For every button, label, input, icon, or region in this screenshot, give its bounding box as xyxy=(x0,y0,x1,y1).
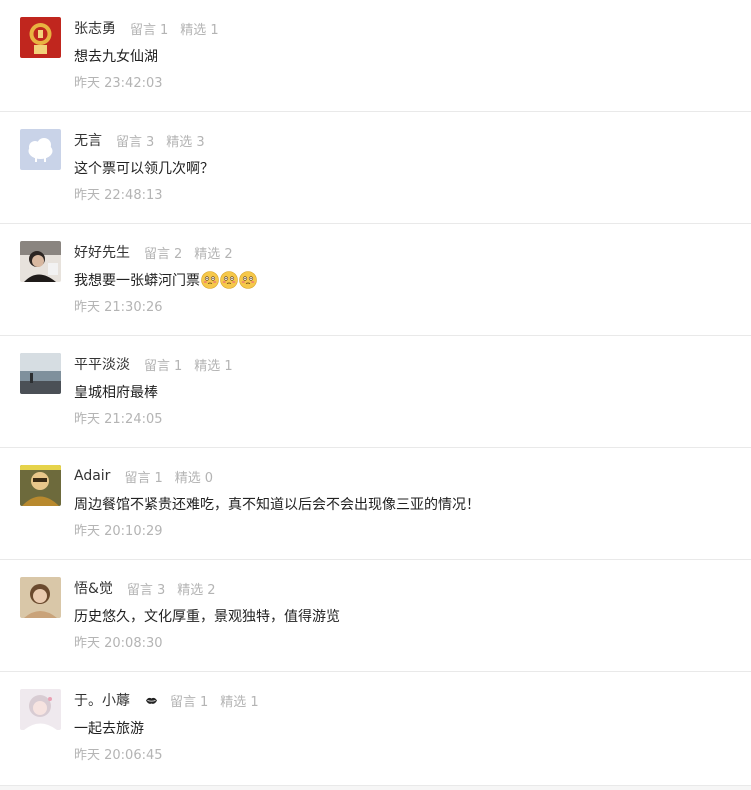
message-label: 留言 xyxy=(124,470,151,486)
message-label: 留言 xyxy=(130,22,157,38)
selected-label: 精选 xyxy=(174,470,201,486)
message-count-value: 2 xyxy=(174,246,183,262)
comment-time: 昨天 21:24:05 xyxy=(74,412,163,427)
message-label: 留言 xyxy=(170,694,197,710)
comment-author[interactable]: 于。小蓐 xyxy=(74,690,130,710)
comment-text: 历史悠久，文化厚重，景观独特，值得游览 xyxy=(74,606,340,626)
woman-avatar-icon[interactable] xyxy=(20,577,61,618)
message-count: 留言 1 xyxy=(144,355,182,374)
comment-list: 张志勇 留言 1 精选 1 想去九女仙湖 昨天 23:42:03 无言 留言 3 精选… xyxy=(0,0,751,790)
comment-text: 皇城相府最棒 xyxy=(74,382,158,402)
comment-text-body: 周边餐馆不紧贵还难吃，真不知道以后会不会出现像三亚的情况！ xyxy=(74,497,480,513)
comment-time: 昨天 20:10:29 xyxy=(74,524,163,539)
flushed-face-emoji-icon xyxy=(239,271,257,289)
selected-count-value: 1 xyxy=(250,694,259,710)
comment-time: 昨天 23:42:03 xyxy=(74,76,163,91)
comment-author[interactable]: 平平淡淡 xyxy=(74,354,130,374)
message-count: 留言 1 xyxy=(170,691,208,710)
comment-item: Adair 留言 1 精选 0 周边餐馆不紧贵还难吃，真不知道以后会不会出现像三亚的… xyxy=(0,448,751,560)
comment-item: 好好先生 留言 2 精选 2 我想要一张蟒河门票 昨天 21:30:26 xyxy=(0,224,751,336)
message-label: 留言 xyxy=(144,246,171,262)
comment-item: 无言 留言 3 精选 3 这个票可以领几次啊？ 昨天 22:48:13 xyxy=(0,112,751,224)
comment-item: 于。小蓐 留言 1 精选 1 一起去旅游 昨天 20:06:45 xyxy=(0,672,751,786)
message-count-value: 3 xyxy=(146,134,155,150)
message-count: 留言 1 xyxy=(124,467,162,486)
selected-count: 精选 2 xyxy=(194,243,232,262)
comment-header: 平平淡淡 留言 1 精选 1 xyxy=(74,354,245,374)
flushed-face-emoji-icon xyxy=(220,271,238,289)
comment-time: 昨天 20:08:30 xyxy=(74,636,163,651)
comment-time: 昨天 21:30:26 xyxy=(74,300,163,315)
comment-header: 好好先生 留言 2 精选 2 xyxy=(74,242,245,262)
comment-text-body: 一起去旅游 xyxy=(74,721,144,737)
comment-text-body: 想去九女仙湖 xyxy=(74,49,158,65)
selected-count-value: 1 xyxy=(210,22,219,38)
message-count: 留言 2 xyxy=(144,243,182,262)
lips-icon xyxy=(145,694,158,707)
comment-text-body: 这个票可以领几次啊？ xyxy=(74,161,214,177)
message-count: 留言 3 xyxy=(127,579,165,598)
comment-text: 我想要一张蟒河门票 xyxy=(74,270,257,290)
cloud-avatar-icon[interactable] xyxy=(20,129,61,170)
comment-author[interactable]: Adair xyxy=(74,468,110,484)
comment-text: 周边餐馆不紧贵还难吃，真不知道以后会不会出现像三亚的情况！ xyxy=(74,494,480,514)
flushed-face-emoji-icon xyxy=(201,271,219,289)
comment-text: 一起去旅游 xyxy=(74,718,144,738)
message-label: 留言 xyxy=(144,358,171,374)
selected-count-value: 0 xyxy=(204,470,214,486)
selected-label: 精选 xyxy=(180,22,207,38)
red-fortune-avatar-icon[interactable] xyxy=(20,17,61,58)
message-label: 留言 xyxy=(116,134,143,150)
person-avatar-icon[interactable] xyxy=(20,241,61,282)
message-count: 留言 1 xyxy=(130,19,168,38)
selected-label: 精选 xyxy=(166,134,193,150)
selected-count-value: 3 xyxy=(196,134,205,150)
selected-count: 精选 0 xyxy=(175,467,213,486)
selected-count: 精选 3 xyxy=(166,131,204,150)
selected-count: 精选 1 xyxy=(180,19,218,38)
message-count-value: 1 xyxy=(174,358,183,374)
message-count-value: 3 xyxy=(156,582,166,598)
selected-label: 精选 xyxy=(194,246,221,262)
comment-text-body: 皇城相府最棒 xyxy=(74,385,158,401)
comment-header: 无言 留言 3 精选 3 xyxy=(74,130,217,150)
comment-time: 昨天 20:06:45 xyxy=(74,748,163,763)
comment-header: 张志勇 留言 1 精选 1 xyxy=(74,18,231,38)
selected-count: 精选 2 xyxy=(177,579,215,598)
comment-author[interactable]: 悟&觉 xyxy=(74,578,113,598)
selected-label: 精选 xyxy=(194,358,221,374)
comment-time: 昨天 22:48:13 xyxy=(74,188,163,203)
comment-item: 张志勇 留言 1 精选 1 想去九女仙湖 昨天 23:42:03 xyxy=(0,0,751,112)
comment-item: 悟&觉 留言 3 精选 2 历史悠久，文化厚重，景观独特，值得游览 昨天 20:08… xyxy=(0,560,751,672)
selected-count: 精选 1 xyxy=(194,355,232,374)
message-count-value: 1 xyxy=(200,694,209,710)
message-label: 留言 xyxy=(126,582,153,598)
comment-item: 平平淡淡 留言 1 精选 1 皇城相府最棒 昨天 21:24:05 xyxy=(0,336,751,448)
comment-header: 于。小蓐 留言 1 精选 1 xyxy=(74,690,271,710)
comment-header: 悟&觉 留言 3 精选 2 xyxy=(74,578,228,598)
comment-text: 这个票可以领几次啊？ xyxy=(74,158,214,178)
message-count: 留言 3 xyxy=(116,131,154,150)
comment-text-body: 历史悠久，文化厚重，景观独特，值得游览 xyxy=(74,609,340,625)
seascape-avatar-icon[interactable] xyxy=(20,353,61,394)
comment-author[interactable]: 无言 xyxy=(74,130,102,150)
selected-count-value: 2 xyxy=(224,246,233,262)
comment-text-body: 我想要一张蟒河门票 xyxy=(74,273,200,289)
selected-label: 精选 xyxy=(220,694,247,710)
comment-header: Adair 留言 1 精选 0 xyxy=(74,466,225,486)
selected-count: 精选 1 xyxy=(220,691,258,710)
girl-avatar-icon[interactable] xyxy=(20,689,61,730)
portrait-avatar-icon[interactable] xyxy=(20,465,61,506)
message-count-value: 1 xyxy=(154,470,163,486)
comment-text: 想去九女仙湖 xyxy=(74,46,158,66)
selected-count-value: 1 xyxy=(224,358,233,374)
comment-author[interactable]: 好好先生 xyxy=(74,242,130,262)
comment-author[interactable]: 张志勇 xyxy=(74,18,116,38)
selected-count-value: 2 xyxy=(207,582,216,598)
message-count-value: 1 xyxy=(160,22,169,38)
selected-label: 精选 xyxy=(177,582,204,598)
